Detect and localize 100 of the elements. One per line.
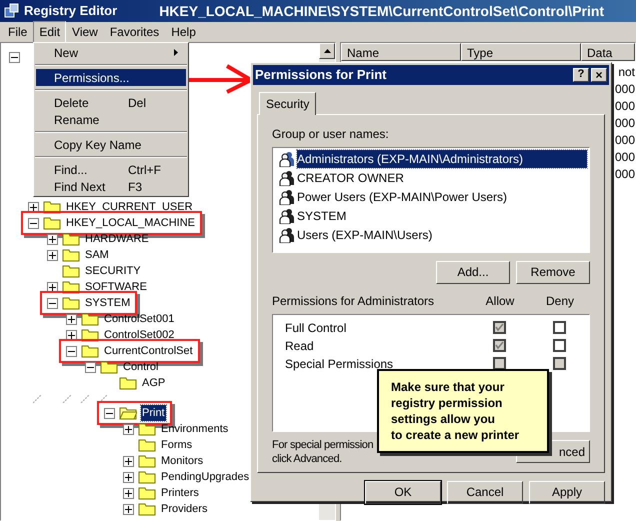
folder-icon xyxy=(62,232,80,246)
dialog-button[interactable]: Cancel xyxy=(447,480,523,504)
permission-name: Full Control xyxy=(285,320,348,336)
data-cell-text: 000 xyxy=(614,81,635,97)
open-folder-icon xyxy=(119,406,137,420)
expand-toggle[interactable] xyxy=(66,314,77,324)
expand-toggle[interactable] xyxy=(66,330,77,340)
scroll-up-button[interactable] xyxy=(319,43,335,59)
user-list-item[interactable]: Power Users (EXP-MAIN\Power Users) xyxy=(297,188,508,206)
tree-item[interactable]: ControlSet001 xyxy=(104,312,174,325)
data-cell-text: not xyxy=(618,64,635,80)
add-button[interactable]: Add... xyxy=(436,260,510,284)
data-cell-text: 000 xyxy=(614,149,635,165)
menu-item[interactable]: Rename xyxy=(36,111,186,128)
key-path: HKEY_LOCAL_MACHINE\SYSTEM\CurrentControlSet\Control\Print xyxy=(159,2,604,20)
permission-name: Read xyxy=(285,338,315,354)
tree-item[interactable]: ControlSet002 xyxy=(104,328,174,341)
tree-item[interactable]: PendingUpgrades xyxy=(161,470,250,483)
tab[interactable]: Security xyxy=(259,92,316,114)
close-button[interactable]: × xyxy=(591,68,607,82)
menu-item[interactable]: Help xyxy=(165,21,202,43)
menu-item[interactable]: Favorites xyxy=(104,21,166,43)
expand-toggle[interactable] xyxy=(123,504,134,514)
expand-toggle[interactable] xyxy=(66,346,77,356)
tree-item[interactable]: AGP xyxy=(142,376,166,389)
data-cell-text: 000 xyxy=(614,98,635,114)
folder-icon xyxy=(138,422,156,436)
tree-item[interactable]: HKEY_CURRENT_USER xyxy=(66,200,193,213)
expand-toggle[interactable] xyxy=(104,408,115,418)
menu-item[interactable]: New xyxy=(36,44,186,61)
deny-header: Deny xyxy=(544,292,575,310)
folder-icon xyxy=(138,454,156,468)
window-title: Registry Editor xyxy=(24,2,118,20)
expand-toggle[interactable] xyxy=(28,202,39,212)
expand-toggle[interactable] xyxy=(28,218,39,228)
help-button[interactable]: ? xyxy=(573,68,589,82)
data-cell-text: 000 xyxy=(614,166,635,182)
tree-item[interactable]: Monitors xyxy=(161,454,204,467)
expand-toggle[interactable] xyxy=(47,250,58,260)
registry-icon xyxy=(4,3,20,19)
tree-item[interactable]: SYSTEM xyxy=(85,296,130,309)
dialog-button[interactable]: OK xyxy=(365,480,441,504)
user-list-item[interactable]: Administrators (EXP-MAIN\Administrators) xyxy=(297,150,587,168)
menu-item[interactable]: Find... Ctrl+F xyxy=(36,161,186,178)
callout-text: to create a new printer xyxy=(391,427,520,443)
allow-header: Allow xyxy=(484,292,516,310)
menu-item[interactable]: Permissions... xyxy=(36,69,186,86)
column-header[interactable]: Type xyxy=(461,43,581,61)
tree-item[interactable]: Control xyxy=(123,360,158,373)
up-arrow-icon xyxy=(324,49,330,53)
users-icon xyxy=(279,189,295,205)
dialog-title: Permissions for Print xyxy=(255,66,388,84)
expand-toggle[interactable] xyxy=(123,456,134,466)
dialog-button[interactable]: Apply xyxy=(529,480,605,504)
tree-item[interactable]: Printers xyxy=(161,486,199,499)
folder-icon xyxy=(62,264,80,278)
tree-item[interactable]: HARDWARE xyxy=(85,232,149,245)
expand-toggle[interactable] xyxy=(85,362,96,372)
callout-text: Make sure that your xyxy=(391,379,506,395)
tree-item[interactable]: SAM xyxy=(85,248,109,261)
expand-toggle[interactable] xyxy=(9,52,20,62)
group-label: Group or user names: xyxy=(272,126,390,142)
menu-item[interactable]: Copy Key Name xyxy=(36,136,186,153)
users-icon xyxy=(279,208,295,224)
expand-toggle[interactable] xyxy=(47,298,58,308)
data-cell-text: 000 xyxy=(614,132,635,148)
expand-toggle[interactable] xyxy=(123,472,134,482)
user-list-item[interactable]: CREATOR OWNER xyxy=(297,169,404,187)
users-icon xyxy=(279,151,295,167)
menu-item[interactable]: Find Next F3 xyxy=(36,178,186,195)
tree-item[interactable]: CurrentControlSet xyxy=(104,344,193,357)
tree-item[interactable]: Forms xyxy=(161,438,192,451)
expand-toggle[interactable] xyxy=(123,488,134,498)
remove-button[interactable]: Remove xyxy=(516,260,590,284)
menu-item[interactable]: File xyxy=(2,21,34,43)
users-icon xyxy=(279,227,295,243)
user-list-item[interactable]: SYSTEM xyxy=(297,207,346,225)
folder-icon xyxy=(81,344,99,358)
expand-toggle[interactable] xyxy=(123,424,134,434)
tree-item[interactable]: Providers xyxy=(161,502,208,515)
checkbox[interactable] xyxy=(552,321,566,334)
folder-icon xyxy=(119,376,137,390)
users-icon xyxy=(279,170,295,186)
tree-item[interactable]: SECURITY xyxy=(85,264,141,277)
folder-icon xyxy=(100,360,118,374)
menu-item[interactable]: View xyxy=(66,21,104,43)
checkbox[interactable] xyxy=(552,339,566,352)
column-header[interactable]: Data xyxy=(581,43,635,61)
menu-item[interactable]: Delete Del xyxy=(36,94,186,111)
tree-item[interactable]: SOFTWARE xyxy=(85,280,147,293)
tree-item[interactable]: HKEY_LOCAL_MACHINE xyxy=(66,216,195,229)
tree-item[interactable]: Environments xyxy=(161,422,228,435)
user-list-item[interactable]: Users (EXP-MAIN\Users) xyxy=(297,226,432,244)
column-header[interactable]: Name xyxy=(341,43,461,61)
folder-icon xyxy=(138,470,156,484)
expand-toggle[interactable] xyxy=(47,234,58,244)
note-text: For special permission xyxy=(272,438,374,452)
data-cell-text: 000 xyxy=(614,115,635,131)
expand-toggle[interactable] xyxy=(47,282,58,292)
callout-text: registry permission xyxy=(391,395,504,411)
